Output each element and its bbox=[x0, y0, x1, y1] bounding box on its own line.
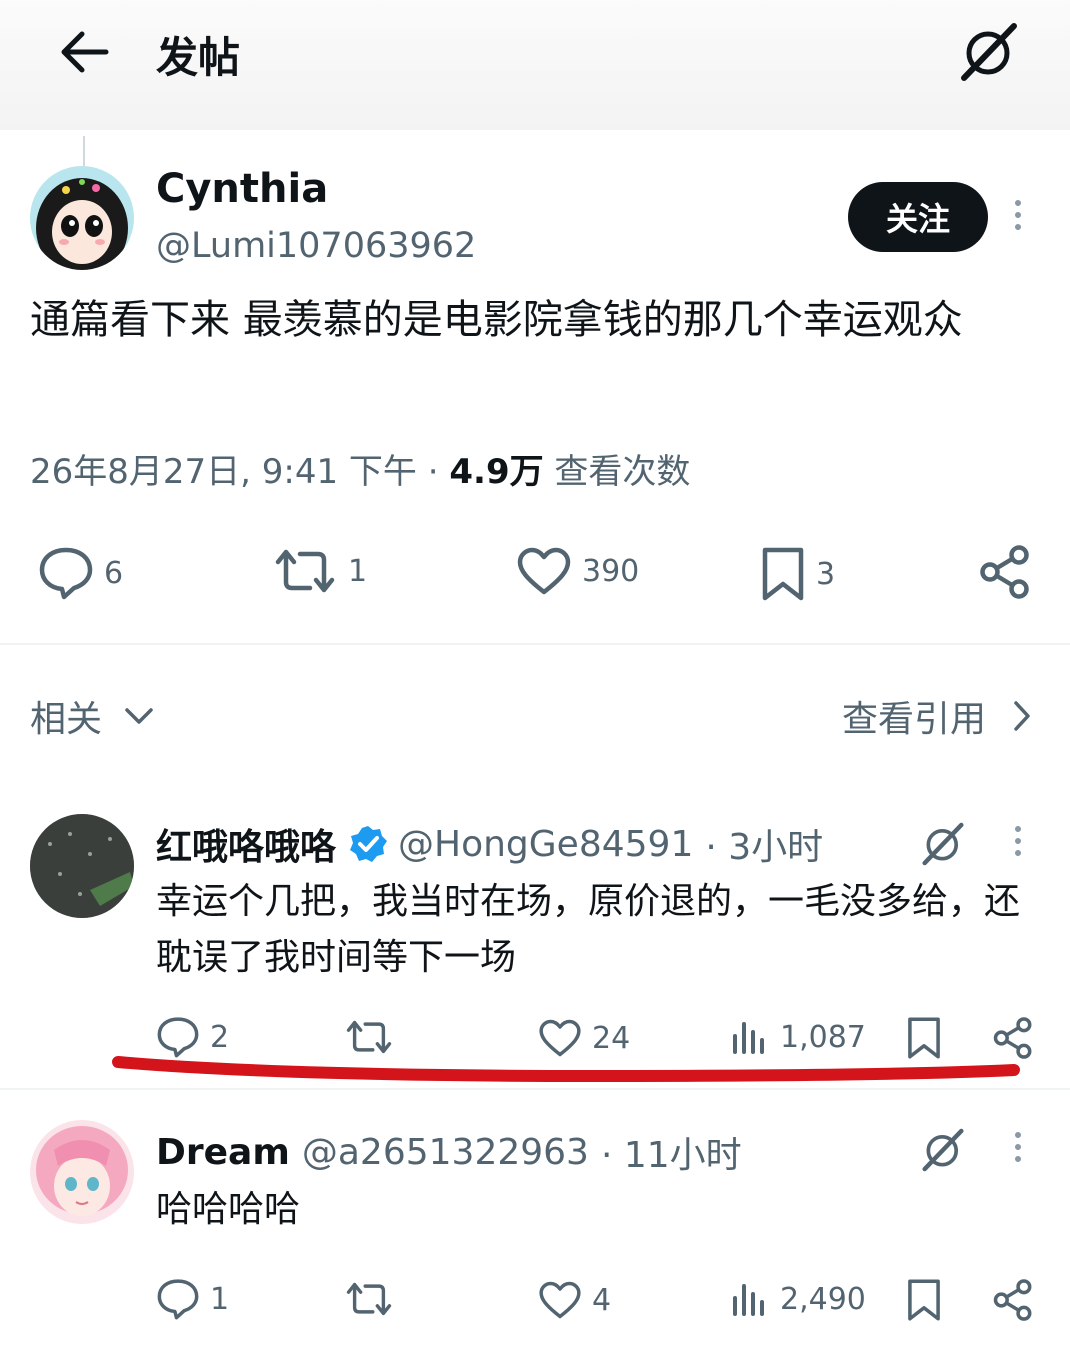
repost-count: 1 bbox=[348, 553, 368, 589]
reply-time: · 11小时 bbox=[600, 1135, 742, 1176]
bookmark-icon bbox=[762, 547, 804, 601]
verified-badge-icon bbox=[350, 826, 388, 862]
post-meta: 26年8月27日, 9:41 下午 · 4.9万 查看次数 bbox=[30, 444, 690, 493]
repost-icon bbox=[275, 549, 335, 593]
heart-icon bbox=[539, 1281, 581, 1319]
comment-icon bbox=[157, 1279, 199, 1320]
like-count: 390 bbox=[582, 553, 640, 589]
reply-author-name[interactable]: 红哦咯哦咯 bbox=[156, 818, 336, 870]
reply-button[interactable]: 6 bbox=[38, 546, 123, 600]
like-button[interactable]: 390 bbox=[516, 546, 639, 596]
more-options-icon[interactable] bbox=[1015, 1132, 1021, 1162]
more-options-icon[interactable] bbox=[1015, 200, 1021, 230]
like-count: 4 bbox=[592, 1282, 612, 1318]
reply-author-name[interactable]: Dream bbox=[156, 1132, 290, 1173]
reply-text: 哈哈哈哈 bbox=[156, 1189, 301, 1230]
repost-button[interactable]: 1 bbox=[272, 546, 367, 596]
views-button[interactable]: 2,490 bbox=[730, 1280, 866, 1318]
grok-icon[interactable] bbox=[958, 22, 1020, 82]
views-label[interactable]: 查看次数 bbox=[554, 452, 690, 492]
repost-icon bbox=[346, 1282, 392, 1316]
red-underline-annotation bbox=[110, 1050, 1030, 1100]
reply-count: 1 bbox=[210, 1281, 230, 1317]
view-quotes-link[interactable]: 查看引用 bbox=[842, 690, 1032, 742]
arrow-left-icon[interactable] bbox=[58, 30, 110, 74]
avatar[interactable] bbox=[30, 166, 134, 270]
avatar[interactable] bbox=[30, 1120, 134, 1224]
avatar[interactable] bbox=[30, 814, 134, 918]
reply-author-handle[interactable]: @HongGe84591 bbox=[398, 824, 693, 865]
views-count: 2,490 bbox=[780, 1281, 866, 1317]
post-date: 26年8月27日, 9:41 下午 bbox=[30, 452, 417, 492]
reply-author-handle[interactable]: @a2651322963 bbox=[302, 1132, 589, 1173]
chevron-down-icon bbox=[125, 708, 153, 724]
page-title: 发帖 bbox=[156, 33, 241, 82]
like-button[interactable]: 4 bbox=[538, 1280, 611, 1320]
related-dropdown[interactable]: 相关 bbox=[30, 690, 154, 742]
chevron-right-icon bbox=[1014, 701, 1030, 731]
bookmark-button[interactable]: 3 bbox=[760, 546, 835, 602]
more-options-icon[interactable] bbox=[1015, 826, 1021, 856]
bookmark-icon[interactable] bbox=[906, 1278, 942, 1322]
share-icon[interactable] bbox=[978, 544, 1032, 600]
grok-icon[interactable] bbox=[920, 1128, 966, 1172]
author-name[interactable]: Cynthia bbox=[156, 166, 328, 212]
thread-line bbox=[83, 136, 85, 166]
divider bbox=[0, 643, 1070, 645]
view-quotes-label: 查看引用 bbox=[841, 699, 986, 740]
comment-icon bbox=[39, 547, 93, 600]
divider bbox=[0, 1088, 1070, 1090]
reply-count: 6 bbox=[104, 555, 124, 591]
grok-icon[interactable] bbox=[920, 822, 966, 866]
views-count: 4.9万 bbox=[449, 452, 544, 492]
meta-separator: · bbox=[427, 452, 439, 492]
reply-header: 红哦咯哦咯 @HongGe84591 · 3小时 bbox=[156, 818, 823, 870]
bookmark-count: 3 bbox=[816, 556, 836, 592]
follow-button[interactable]: 关注 bbox=[848, 182, 988, 252]
reply-header: Dream @a2651322963 · 11小时 bbox=[156, 1126, 742, 1178]
heart-icon bbox=[517, 547, 571, 595]
analytics-icon bbox=[733, 1284, 764, 1316]
reply-time: · 3小时 bbox=[705, 827, 824, 868]
author-handle[interactable]: @Lumi107063962 bbox=[156, 226, 476, 266]
repost-button[interactable] bbox=[344, 1280, 404, 1318]
share-icon[interactable] bbox=[992, 1278, 1034, 1322]
post-text: 通篇看下来 最羡慕的是电影院拿钱的那几个幸运观众 bbox=[30, 297, 963, 343]
related-label: 相关 bbox=[30, 699, 103, 740]
reply-button[interactable]: 1 bbox=[156, 1278, 229, 1320]
reply-text: 幸运个几把，我当时在场，原价退的，一毛没多给，还耽误了我时间等下一场 bbox=[156, 881, 1021, 978]
